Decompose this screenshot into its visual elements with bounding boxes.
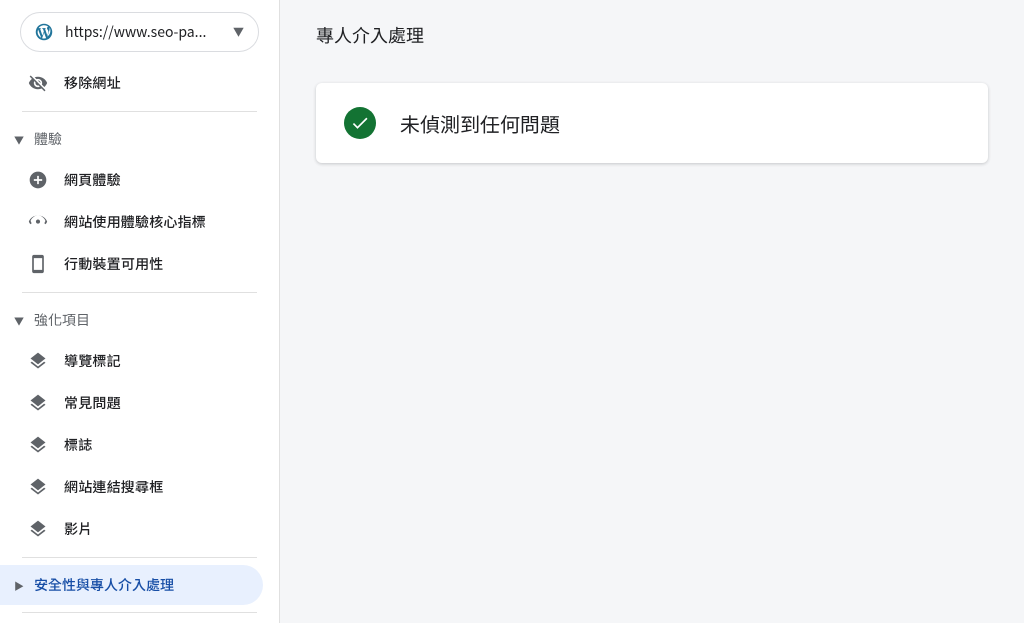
sidebar-item-page-experience[interactable]: 網頁體驗 (0, 159, 279, 201)
chevron-down-icon: ▼ (233, 24, 244, 40)
divider (22, 612, 257, 613)
circle-plus-icon (28, 170, 48, 190)
sidebar-item-removals[interactable]: 移除網址 (0, 62, 279, 104)
eye-off-icon (28, 73, 48, 93)
sidebar-item-label: 移除網址 (64, 73, 121, 93)
sidebar-item-label: 影片 (64, 519, 92, 539)
triangle-down-icon: ▼ (14, 132, 30, 147)
site-url-label: https://www.seo-pa... (65, 22, 227, 42)
sidebar-group-label: 強化項目 (34, 310, 90, 330)
layers-icon (28, 351, 48, 371)
layers-icon (28, 393, 48, 413)
sidebar-group-label: 安全性與專人介入處理 (34, 575, 174, 595)
layers-icon (28, 519, 48, 539)
sidebar-group-experience[interactable]: ▼ 體驗 (0, 119, 279, 159)
sidebar-item-faq[interactable]: 常見問題 (0, 382, 279, 424)
triangle-right-icon: ▶ (14, 578, 30, 593)
sidebar-item-mobile-usability[interactable]: 行動裝置可用性 (0, 243, 279, 285)
divider (22, 292, 257, 293)
speedometer-icon (28, 212, 48, 232)
sidebar-item-label: 網站連結搜尋框 (64, 477, 163, 497)
sidebar-item-label: 常見問題 (64, 393, 121, 413)
layers-icon (28, 435, 48, 455)
sidebar-item-label: 行動裝置可用性 (64, 254, 163, 274)
sidebar-item-label: 網頁體驗 (64, 170, 121, 190)
sidebar-item-videos[interactable]: 影片 (0, 508, 279, 550)
layers-icon (28, 477, 48, 497)
wordpress-icon (35, 23, 53, 41)
sidebar-group-security-manual-actions[interactable]: ▶ 安全性與專人介入處理 (0, 565, 263, 605)
sidebar-item-label: 網站使用體驗核心指標 (64, 212, 206, 232)
sidebar: https://www.seo-pa... ▼ 移除網址 ▼ 體驗 網頁體驗 網… (0, 0, 280, 623)
page-title: 專人介入處理 (316, 22, 988, 48)
sidebar-item-sitelinks-searchbox[interactable]: 網站連結搜尋框 (0, 466, 279, 508)
divider (22, 557, 257, 558)
sidebar-item-breadcrumbs[interactable]: 導覽標記 (0, 340, 279, 382)
divider (22, 111, 257, 112)
sidebar-item-label: 導覽標記 (64, 351, 121, 371)
check-circle-icon (344, 107, 376, 139)
smartphone-icon (28, 254, 48, 274)
triangle-down-icon: ▼ (14, 313, 30, 328)
sidebar-item-core-web-vitals[interactable]: 網站使用體驗核心指標 (0, 201, 279, 243)
sidebar-item-logos[interactable]: 標誌 (0, 424, 279, 466)
site-selector[interactable]: https://www.seo-pa... ▼ (20, 12, 259, 52)
sidebar-item-label: 標誌 (64, 435, 92, 455)
sidebar-group-enhancements[interactable]: ▼ 強化項目 (0, 300, 279, 340)
status-message: 未偵測到任何問題 (400, 109, 560, 138)
main-content: 專人介入處理 未偵測到任何問題 (280, 0, 1024, 623)
status-card: 未偵測到任何問題 (316, 83, 988, 163)
sidebar-group-label: 體驗 (34, 129, 62, 149)
